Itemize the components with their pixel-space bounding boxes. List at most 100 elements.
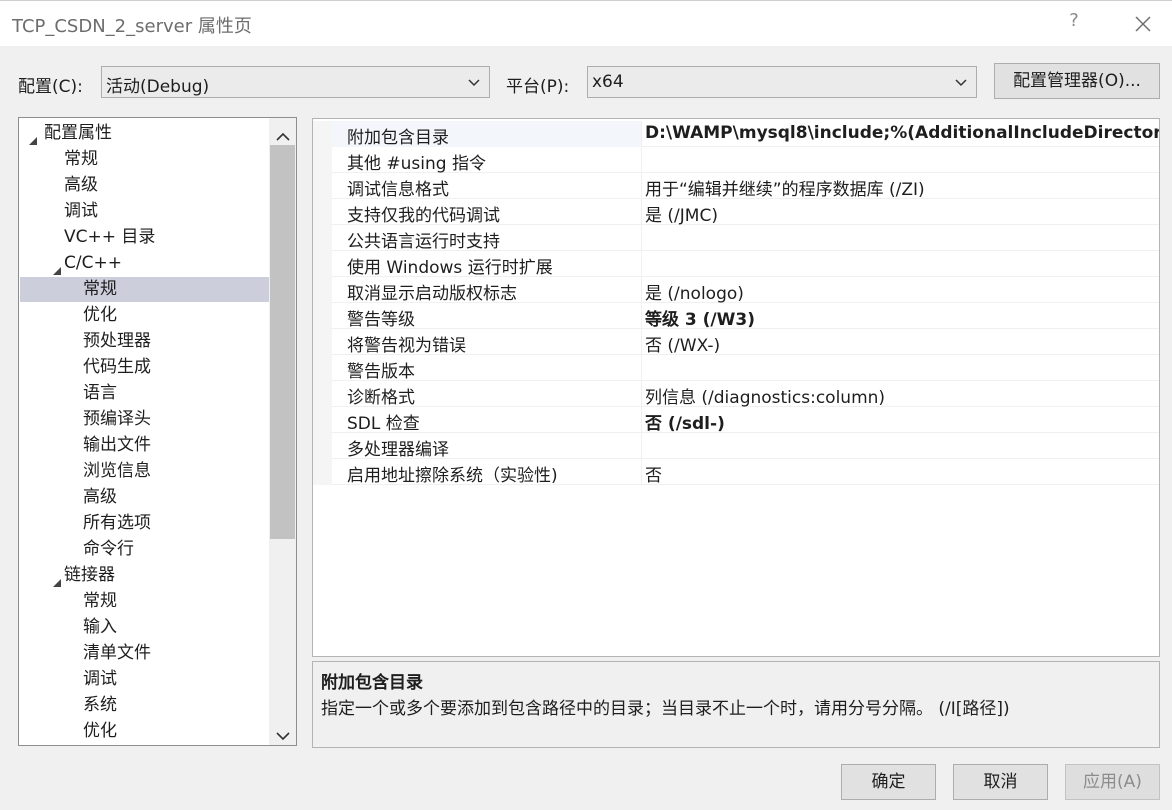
property-value[interactable]: 用于“编辑并继续”的程序数据库 (/ZI) [645,175,925,200]
property-row[interactable]: 公共语言运行时支持 [313,225,1159,252]
row-gutter [313,355,332,381]
property-row[interactable]: 支持仅我的代码调试 是 (/JMC) [313,199,1159,226]
tree-item[interactable]: 代码生成 [20,355,269,380]
tree-scrollbar[interactable] [269,118,296,745]
property-value[interactable]: 否 (/WX-) [645,331,720,356]
column-separator [641,147,642,173]
tree-item-label: 常规 [83,591,117,611]
column-separator [641,251,642,277]
tree-item-label: 代码生成 [83,357,151,377]
property-row[interactable]: 多处理器编译 [313,433,1159,460]
tree-item[interactable]: 高级 [20,485,269,510]
property-tree[interactable]: 配置属性 常规 高级 调试 VC++ 目录 C/C++ 常规 优化 预处理器 代码生成 语言 预编译头… [18,117,297,746]
description-panel: 附加包含目录 指定一个或多个要添加到包含路径中的目录；当目录不止一个时，请用分号… [312,661,1160,748]
property-value[interactable]: 列信息 (/diagnostics:column) [645,383,885,408]
tree-item[interactable]: 预处理器 [20,329,269,354]
tree-item-label: 链接器 [64,565,115,585]
scroll-down-icon[interactable] [276,726,290,741]
tree-item-label: 输入 [83,617,117,637]
tree-item[interactable]: C/C++ [20,251,269,276]
tree-item[interactable]: 输出文件 [20,433,269,458]
tree-item[interactable]: 调试 [20,667,269,692]
tree-item[interactable]: 配置属性 [20,121,269,146]
property-row[interactable]: SDL 检查 否 (/sdl-) [313,407,1159,434]
scroll-up-icon[interactable] [276,127,290,141]
property-grid[interactable]: 附加包含目录 D:\WAMP\mysql8\include;%(Additiona… [312,118,1160,657]
tree-item-label: 输出文件 [83,435,151,455]
row-gutter [313,303,332,329]
ok-button[interactable]: 确定 [841,764,936,800]
tree-item[interactable]: 优化 [20,303,269,328]
property-row[interactable]: 调试信息格式 用于“编辑并继续”的程序数据库 (/ZI) [313,173,1159,200]
tree-item[interactable]: 清单文件 [20,641,269,666]
row-gutter [313,121,332,147]
row-gutter [313,251,332,277]
tree-item-label: 语言 [83,383,117,403]
expand-triangle-icon[interactable] [52,571,62,587]
property-row[interactable]: 诊断格式 列信息 (/diagnostics:column) [313,381,1159,408]
property-value[interactable]: 是 (/nologo) [645,279,744,304]
tree-item-label: VC++ 目录 [64,227,156,247]
tree-item-label: 常规 [64,149,98,169]
tree-item-label: 系统 [83,695,117,715]
config-combo[interactable]: 活动(Debug) [101,66,490,98]
row-gutter [313,277,332,303]
tree-item[interactable]: 高级 [20,173,269,198]
help-button[interactable]: ? [1062,10,1086,36]
configuration-manager-button[interactable]: 配置管理器(O)... [994,63,1160,99]
property-value[interactable]: 是 (/JMC) [645,201,718,226]
tree-item[interactable]: 预编译头 [20,407,269,432]
tree-item[interactable]: 浏览信息 [20,459,269,484]
property-name: 其他 #using 指令 [347,154,486,174]
tree-item[interactable]: 所有选项 [20,511,269,536]
cancel-button[interactable]: 取消 [953,764,1048,800]
property-row[interactable]: 启用地址擦除系统（实验性) 否 [313,459,1159,486]
tree-item-label: 清单文件 [83,643,151,663]
tree-item[interactable]: 输入 [20,615,269,640]
close-button[interactable] [1128,9,1158,39]
expand-triangle-icon[interactable] [52,259,62,275]
tree-item[interactable]: 优化 [20,719,269,744]
expand-triangle-icon[interactable] [28,129,38,145]
scrollbar-thumb[interactable] [270,145,295,539]
property-row[interactable]: 将警告视为错误 否 (/WX-) [313,329,1159,356]
property-row[interactable]: 使用 Windows 运行时扩展 [313,251,1159,278]
column-separator [641,199,642,225]
column-separator [641,173,642,199]
tree-item[interactable]: 语言 [20,381,269,406]
property-row[interactable]: 附加包含目录 D:\WAMP\mysql8\include;%(Additiona… [313,121,1159,148]
property-name: 公共语言运行时支持 [347,232,500,252]
tree-item[interactable]: 常规 [20,277,269,302]
property-value[interactable]: 等级 3 (/W3) [645,305,755,330]
title-bar: TCP_CSDN_2_server 属性页 ? [0,0,1172,46]
tree-item-label: C/C++ [64,253,122,273]
property-value[interactable]: 否 (/sdl-) [645,409,725,434]
chevron-down-icon [954,75,968,95]
column-separator [641,277,642,303]
apply-button[interactable]: 应用(A) [1065,764,1160,800]
tree-item-label: 调试 [83,669,117,689]
tree-item[interactable]: 链接器 [20,563,269,588]
tree-item-label: 常规 [83,279,117,299]
tree-item-label: 浏览信息 [83,461,151,481]
property-row[interactable]: 警告版本 [313,355,1159,382]
tree-item[interactable]: VC++ 目录 [20,225,269,250]
tree-item[interactable]: 命令行 [20,537,269,562]
platform-combo[interactable]: x64 [587,66,977,98]
tree-item[interactable]: 调试 [20,199,269,224]
tree-item[interactable]: 常规 [20,147,269,172]
property-name: 警告等级 [347,310,415,330]
property-row[interactable]: 其他 #using 指令 [313,147,1159,174]
tree-item[interactable]: 系统 [20,693,269,718]
window-title: TCP_CSDN_2_server 属性页 [12,16,252,37]
column-separator [641,303,642,329]
tree-item[interactable]: 常规 [20,589,269,614]
config-label: 配置(C): [18,77,83,97]
property-value[interactable]: D:\WAMP\mysql8\include;%(AdditionalInclu… [645,123,1159,143]
row-gutter [313,225,332,251]
property-row[interactable]: 取消显示启动版权标志 是 (/nologo) [313,277,1159,304]
tree-item-label: 优化 [83,305,117,325]
property-row[interactable]: 警告等级 等级 3 (/W3) [313,303,1159,330]
property-value[interactable]: 否 [645,461,662,486]
property-name: 诊断格式 [347,388,415,408]
